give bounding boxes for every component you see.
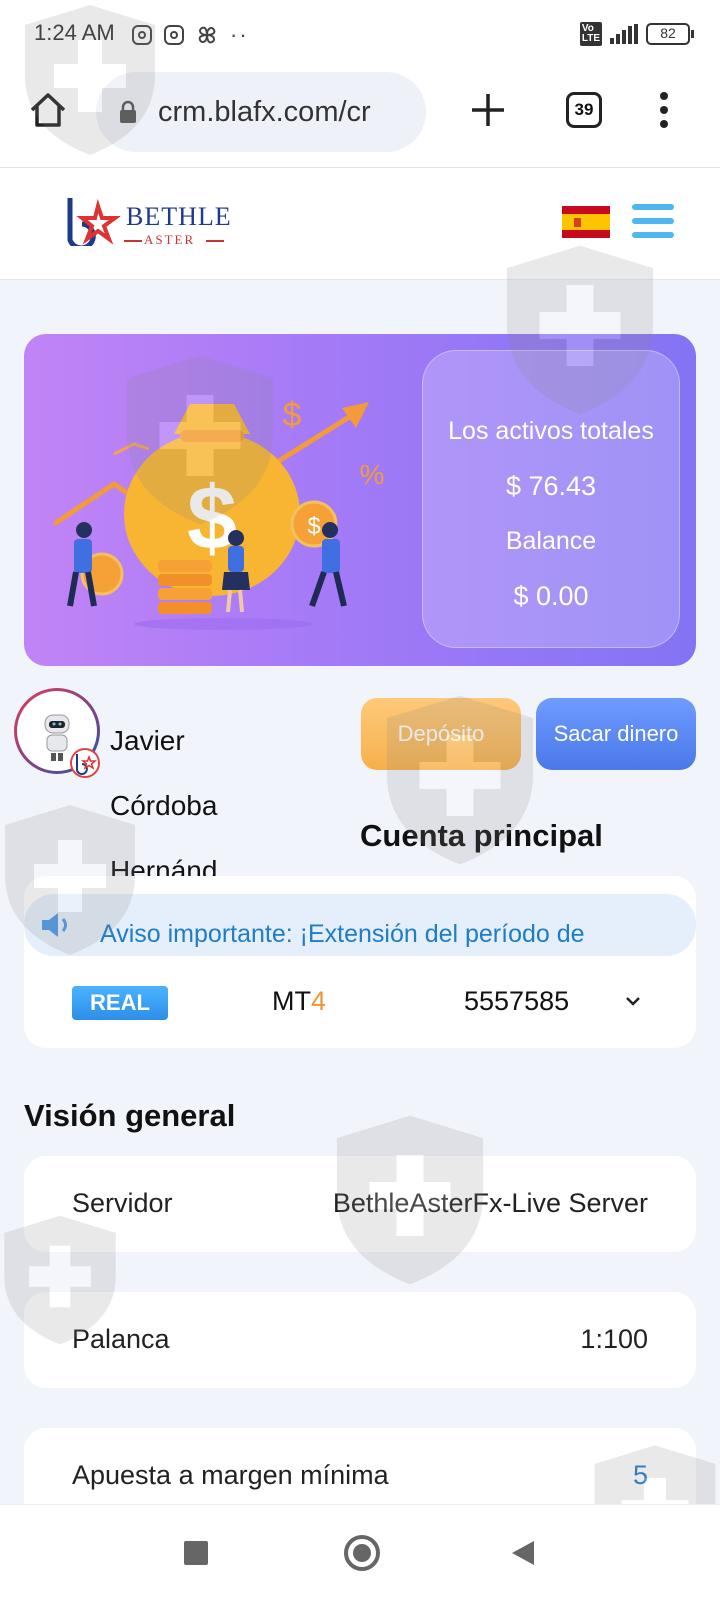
logo-mark-icon [67, 198, 120, 246]
browser-toolbar: crm.blafx.com/cr 39 [0, 64, 720, 168]
logo-divider [124, 240, 142, 242]
status-time: 1:24 AM [34, 20, 115, 45]
notification-icons: ·· [132, 22, 249, 48]
recent-apps-icon[interactable] [184, 1541, 208, 1565]
brand-name: BETHLE [126, 202, 232, 231]
assets-banner: $ $ $ % Los activos totales $ 76.43 Bala… [24, 334, 696, 666]
finance-illustration: $ $ $ % [52, 396, 385, 630]
svg-text:%: % [360, 459, 385, 490]
new-tab-icon[interactable] [468, 90, 508, 130]
server-label: Servidor [72, 1188, 173, 1218]
battery-icon: 82 [646, 23, 694, 45]
leverage-label: Palanca [72, 1324, 170, 1354]
min-margin-label: Apuesta a margen mínima [72, 1460, 389, 1490]
speaker-icon [42, 913, 67, 937]
platform-prefix: MT [272, 986, 311, 1016]
instagram-icon [132, 25, 152, 45]
brand-badge-icon [70, 748, 100, 778]
leverage-value: 1:100 [580, 1324, 648, 1354]
volte-icon: Vo LTE [579, 22, 602, 46]
status-bar: 1:24 AM ·· Vo LTE 82 [0, 0, 720, 64]
signal-icon [610, 24, 638, 44]
user-name: Javier Córdoba Hernánd [110, 725, 218, 886]
pinwheel-icon [198, 26, 216, 44]
back-icon[interactable] [510, 1539, 536, 1567]
deposit-button[interactable]: Depósito [361, 698, 521, 770]
browser-menu-icon[interactable] [654, 88, 674, 132]
brand-sub: ASTER [144, 232, 196, 247]
spain-flag-icon[interactable] [562, 206, 610, 238]
server-value: BethleAsterFx-Live Server [332, 1188, 648, 1218]
svg-text:$: $ [307, 513, 320, 540]
account-number: 5557585 [464, 986, 570, 1016]
brand-logo[interactable]: BETHLE ASTER [64, 196, 234, 252]
chevron-down-icon[interactable] [622, 990, 644, 1012]
account-type-badge: REAL [72, 986, 168, 1020]
site-header: BETHLE ASTER [0, 168, 720, 280]
url-text: crm.blafx.com/cr [158, 96, 371, 128]
withdraw-button[interactable]: Sacar dinero [536, 698, 696, 770]
notice-text: Aviso importante: ¡Extensión del período… [100, 920, 585, 948]
system-nav-bar [0, 1504, 720, 1600]
total-assets-value: $ 76.43 [505, 471, 597, 501]
more-notifications-icon: ·· [230, 22, 249, 47]
home-icon[interactable] [28, 90, 68, 130]
account-section-title: Cuenta principal [360, 818, 603, 853]
assets-summary-card: Los activos totales $ 76.43 Balance $ 0.… [422, 350, 680, 648]
platform-version: 4 [310, 986, 327, 1016]
overview-row-leverage: Palanca 1:100 [24, 1292, 696, 1388]
site-menu-icon[interactable] [632, 204, 674, 238]
home-nav-icon[interactable] [344, 1535, 380, 1571]
logo-divider [206, 240, 224, 242]
balance-value: $ 0.00 [513, 581, 589, 611]
svg-text:$: $ [283, 396, 302, 434]
overview-title: Visión general [24, 1098, 236, 1133]
overview-row-server: Servidor BethleAsterFx-Live Server [24, 1156, 696, 1252]
notice-banner[interactable]: Aviso importante: ¡Extensión del período… [24, 894, 696, 956]
address-bar[interactable]: crm.blafx.com/cr [96, 72, 426, 152]
platform-label: MT4 [272, 986, 326, 1017]
total-assets-label: Los activos totales [448, 417, 654, 445]
min-margin-value: 5 [632, 1460, 648, 1490]
tab-switcher-button[interactable]: 39 [566, 92, 602, 128]
lock-icon [120, 100, 136, 123]
balance-label: Balance [505, 527, 597, 555]
instagram-icon-2 [164, 25, 184, 45]
